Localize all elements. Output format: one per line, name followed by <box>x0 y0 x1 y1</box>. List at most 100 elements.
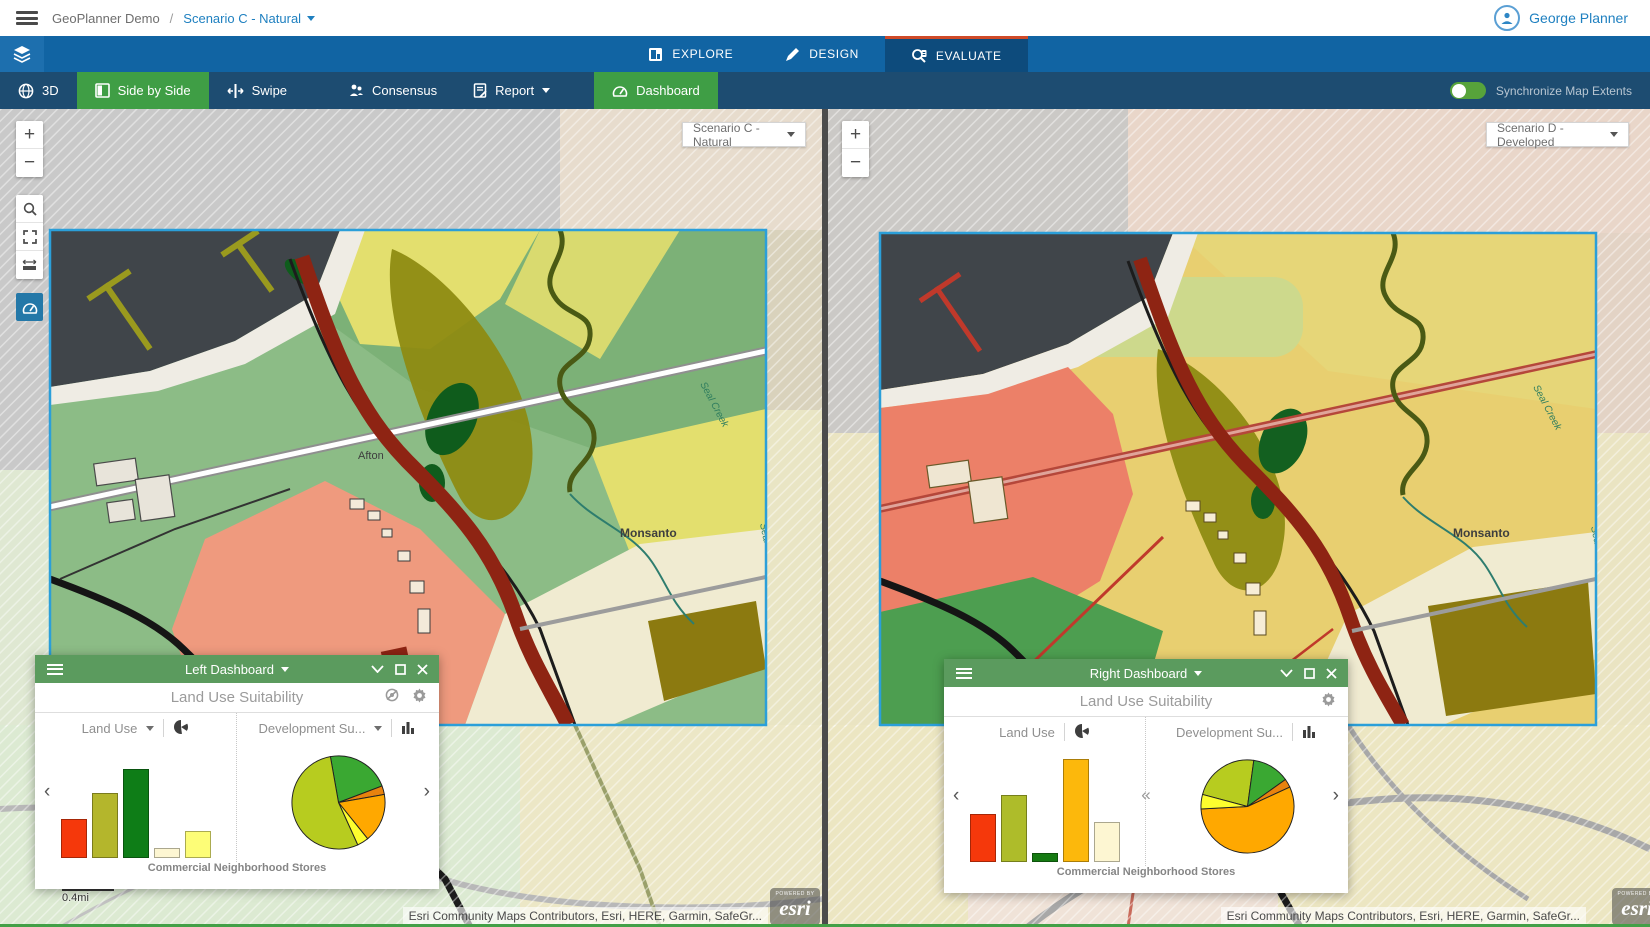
consensus-icon <box>349 83 364 98</box>
user-name[interactable]: George Planner <box>1529 10 1628 26</box>
chevron-down-icon <box>307 16 315 21</box>
side-by-side-label: Side by Side <box>118 83 191 98</box>
bar-segment <box>154 848 180 858</box>
dashboard-button[interactable]: Dashboard <box>594 72 718 109</box>
pie-chart-icon[interactable] <box>1074 723 1090 742</box>
synchronize-extents-label: Synchronize Map Extents <box>1496 84 1632 98</box>
primary-nav-bar: EXPLORE DESIGN EVALUATE <box>0 36 1650 72</box>
tab-design-label: DESIGN <box>809 47 859 61</box>
panel-subtitle: Land Use Suitability <box>944 693 1348 710</box>
left-suitability-card: Development Su... <box>237 713 439 862</box>
breadcrumb-scenario-dropdown[interactable]: Scenario C - Natural <box>183 11 315 26</box>
esri-logo: POWERED BY esri <box>770 888 820 925</box>
esri-wordmark: esri <box>1612 897 1650 919</box>
swipe-button[interactable]: Swipe <box>209 72 305 109</box>
suitability-pie-chart <box>290 746 387 858</box>
3d-button[interactable]: 3D <box>0 72 77 109</box>
suitability-pie-chart <box>1199 750 1296 862</box>
design-icon <box>785 47 800 62</box>
landuse-bar-chart <box>61 750 211 858</box>
panel-title: Right Dashboard <box>1090 666 1188 681</box>
measure-tool-button[interactable] <box>16 251 43 279</box>
chevron-down-icon[interactable] <box>146 726 154 731</box>
report-icon <box>473 83 487 98</box>
maximize-icon[interactable] <box>1304 668 1315 679</box>
town-label-left: Afton <box>358 450 384 462</box>
chevron-down-icon[interactable] <box>1194 671 1202 676</box>
powered-by-label: POWERED BY <box>770 891 820 897</box>
breadcrumb-app-title: GeoPlanner Demo <box>52 11 160 26</box>
zoom-out-button[interactable]: − <box>16 149 43 177</box>
gear-icon[interactable] <box>412 688 427 708</box>
card-title: Development Su... <box>1176 725 1283 740</box>
person-icon <box>1500 11 1514 25</box>
carousel-next-icon[interactable]: › <box>1333 786 1339 805</box>
left-dashboard-panel: Left Dashboard Land Use Suitability <box>35 655 439 889</box>
tab-design[interactable]: DESIGN <box>759 36 885 72</box>
place-label-right: Monsanto <box>1453 526 1510 540</box>
carousel-next-icon[interactable]: › <box>424 782 430 801</box>
esri-wordmark: esri <box>770 897 820 919</box>
close-icon[interactable] <box>417 664 428 675</box>
carousel-prev-icon[interactable]: ‹ <box>953 786 959 805</box>
right-dashboard-subheader: Land Use Suitability <box>944 687 1348 717</box>
geoplanner-app: GeoPlanner Demo / Scenario C - Natural G… <box>0 0 1650 927</box>
bar-chart-icon[interactable] <box>1302 724 1318 741</box>
left-dashboard-header[interactable]: Left Dashboard <box>35 655 439 683</box>
right-dashboard-caption: Commercial Neighborhood Stores <box>944 866 1348 893</box>
left-map-dashboard-toggle <box>16 293 43 321</box>
esri-logo: POWERED BY esri <box>1612 888 1650 925</box>
full-extent-button[interactable] <box>16 223 43 251</box>
right-scenario-dropdown[interactable]: Scenario D - Developed <box>1486 122 1629 147</box>
side-by-side-button[interactable]: Side by Side <box>77 72 209 109</box>
zoom-out-button[interactable]: − <box>842 149 869 177</box>
right-dashboard-header[interactable]: Right Dashboard <box>944 659 1348 687</box>
bar-segment <box>1094 822 1120 862</box>
panel-title: Left Dashboard <box>185 662 274 677</box>
tab-explore[interactable]: EXPLORE <box>622 36 759 72</box>
breadcrumb-separator: / <box>170 11 174 26</box>
left-dashboard-subheader: Land Use Suitability <box>35 683 439 713</box>
maximize-icon[interactable] <box>395 664 406 675</box>
tab-evaluate[interactable]: EVALUATE <box>885 36 1028 72</box>
user-avatar[interactable] <box>1494 5 1520 31</box>
bar-segment <box>123 769 149 858</box>
gear-icon[interactable] <box>1321 692 1336 712</box>
left-scenario-dropdown[interactable]: Scenario C - Natural <box>682 122 806 147</box>
chevron-down-icon[interactable] <box>281 667 289 672</box>
app-menu-icon[interactable] <box>16 11 38 25</box>
synchronize-extents-toggle[interactable] <box>1450 82 1486 99</box>
zoom-in-button[interactable]: + <box>842 121 869 149</box>
right-suitability-card: Development Su... <box>1146 717 1348 866</box>
card-title: Development Su... <box>259 721 366 736</box>
carousel-prev-icon[interactable]: ‹ <box>44 782 50 801</box>
pie-chart-icon[interactable] <box>173 719 189 738</box>
swipe-label: Swipe <box>252 83 287 98</box>
bar-segment <box>1032 853 1058 862</box>
zoom-in-button[interactable]: + <box>16 121 43 149</box>
search-icon <box>23 202 37 216</box>
bar-segment <box>185 831 211 858</box>
powered-by-label: POWERED BY <box>1612 891 1650 897</box>
right-dashboard-panel: Right Dashboard Land Use Suitability <box>944 659 1348 893</box>
card-title: Land Use <box>999 725 1055 740</box>
collapse-icon[interactable] <box>1280 669 1293 677</box>
evaluate-toolbar: 3D Side by Side Swipe Consensus Report D… <box>0 72 1650 109</box>
collapse-icon[interactable] <box>371 665 384 673</box>
visibility-off-icon[interactable] <box>384 688 400 708</box>
panel-collapse-left-icon[interactable]: « <box>1141 786 1150 803</box>
close-icon[interactable] <box>1326 668 1337 679</box>
bar-chart-icon[interactable] <box>401 720 417 737</box>
bar-segment <box>970 814 996 862</box>
search-tool-button[interactable] <box>16 195 43 223</box>
tab-explore-label: EXPLORE <box>672 47 733 61</box>
consensus-button[interactable]: Consensus <box>331 72 455 109</box>
chevron-down-icon[interactable] <box>374 726 382 731</box>
chevron-down-icon <box>1610 132 1618 137</box>
right-map-zoom-controls: + − <box>842 121 869 177</box>
globe-icon <box>18 83 34 99</box>
report-button[interactable]: Report <box>455 72 568 109</box>
panel-subtitle: Land Use Suitability <box>35 689 439 706</box>
left-landuse-card: Land Use <box>35 713 237 862</box>
dashboard-map-button[interactable] <box>16 293 43 321</box>
